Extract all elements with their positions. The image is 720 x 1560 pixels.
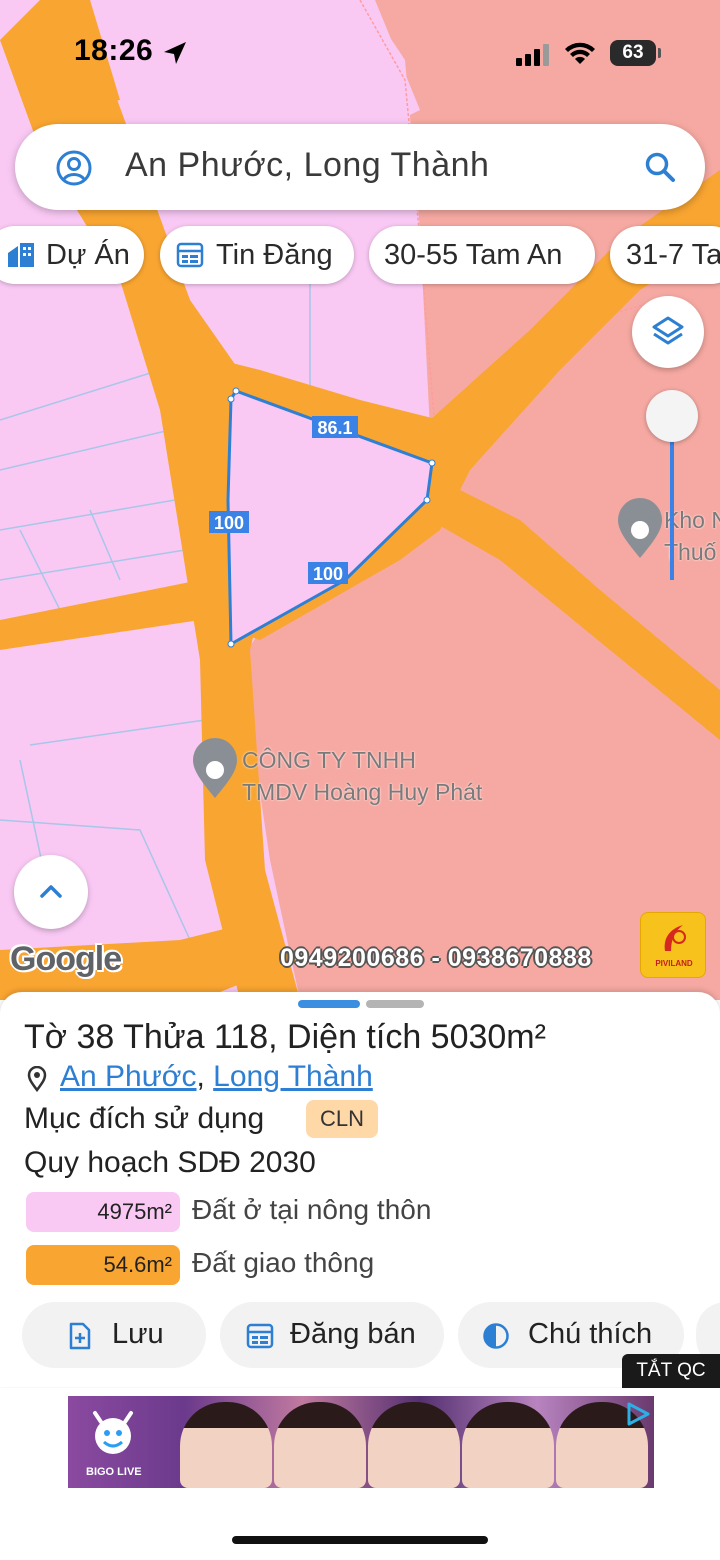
wifi-icon: [565, 42, 595, 64]
chip-projects[interactable]: Dự Án: [0, 226, 144, 284]
listing-icon: [176, 242, 204, 268]
location-separator: ,: [196, 1060, 205, 1093]
sheet-handle-inactive[interactable]: [366, 1000, 424, 1008]
expand-up-button[interactable]: [14, 855, 88, 929]
ad-photo-3: [368, 1402, 460, 1488]
filter-chips: Dự Án Tin Đăng 30-55 Tam An 31-7 Ta: [0, 226, 720, 284]
search-bar[interactable]: An Phước, Long Thành: [15, 124, 705, 210]
poi-label-company-line1: CÔNG TY TNHH: [242, 747, 416, 773]
edge-label-bottom-text: 100: [313, 564, 343, 584]
edge-label-top-text: 86.1: [317, 418, 352, 438]
zone-area-traffic: 54.6m²: [26, 1245, 180, 1285]
edge-label-top: 86.1: [312, 416, 358, 438]
zone-row-traffic: 54.6m² Đất giao thông: [26, 1245, 626, 1285]
opacity-slider-knob[interactable]: [646, 390, 698, 442]
edge-label-bottom: 100: [308, 562, 348, 584]
chip-listings-label: Tin Đăng: [216, 239, 333, 271]
post-for-sale-label: Đăng bán: [290, 1318, 416, 1350]
ad-photo-2: [274, 1402, 366, 1488]
bigo-live-text: BIGO LIVE: [86, 1466, 142, 1478]
phone-watermark: 0949200686 - 0938670888: [280, 944, 592, 972]
ad-choices-icon[interactable]: [624, 1400, 652, 1428]
land-use-purpose-label: Mục đích sử dụng: [24, 1102, 265, 1135]
parcel-info-sheet[interactable]: Tờ 38 Thửa 118, Diện tích 5030m² An Phướ…: [0, 992, 720, 1387]
brand-badge[interactable]: PIVILAND: [640, 912, 706, 978]
chip-tam-an-2-label: 31-7 Ta: [626, 239, 720, 271]
ad-photo-4: [462, 1402, 554, 1488]
poi-label-company-line2: TMDV Hoàng Huy Phát: [242, 779, 483, 805]
home-indicator: [232, 1536, 488, 1544]
chip-listings[interactable]: Tin Đăng: [160, 226, 354, 284]
opacity-slider-track[interactable]: [670, 420, 674, 580]
poi-label-company[interactable]: CÔNG TY TNHH TMDV Hoàng Huy Phát: [242, 744, 482, 808]
listing-icon: [246, 1323, 274, 1349]
zone-row-residential: 4975m² Đất ở tại nông thôn: [26, 1192, 626, 1232]
chip-tam-an-1[interactable]: 30-55 Tam An: [369, 226, 595, 284]
commune-link[interactable]: An Phước: [60, 1060, 196, 1093]
close-ad-button[interactable]: TẮT QC: [622, 1354, 720, 1388]
brand-logo-icon: [664, 925, 686, 951]
chevron-up-icon: [40, 885, 62, 898]
ad-photo-1: [180, 1402, 272, 1488]
battery-indicator: 63: [610, 40, 661, 66]
google-logo: Google: [10, 940, 122, 978]
search-input[interactable]: An Phước, Long Thành: [125, 146, 489, 185]
ad-area: BIGO LIVE: [0, 1388, 720, 1560]
save-button[interactable]: Lưu: [22, 1302, 206, 1368]
parcel-title: Tờ 38 Thửa 118, Diện tích 5030m²: [24, 1018, 546, 1056]
building-icon: [8, 243, 34, 267]
status-time: 18:26: [74, 34, 154, 67]
layers-button[interactable]: [632, 296, 704, 368]
chip-projects-label: Dự Án: [46, 239, 130, 271]
chip-tam-an-2[interactable]: 31-7 Ta: [610, 226, 720, 284]
location-arrow-icon: [164, 42, 186, 64]
zone-area-residential: 4975m²: [26, 1192, 180, 1232]
legend-button-label: Chú thích: [528, 1318, 653, 1350]
chip-tam-an-1-label: 30-55 Tam An: [384, 239, 563, 271]
account-icon[interactable]: [55, 149, 93, 187]
brand-badge-text: PIVILAND: [655, 959, 693, 968]
district-link[interactable]: Long Thành: [213, 1060, 373, 1093]
signal-icon: [516, 44, 549, 66]
planning-label: Quy hoạch SDĐ 2030: [24, 1146, 316, 1179]
search-icon[interactable]: [643, 150, 677, 184]
ad-banner[interactable]: BIGO LIVE: [68, 1396, 654, 1488]
zone-label-traffic: Đất giao thông: [192, 1247, 375, 1278]
location-pin-icon: [27, 1066, 47, 1092]
zone-label-residential: Đất ở tại nông thôn: [192, 1194, 432, 1225]
edge-label-left-text: 100: [214, 513, 244, 533]
add-file-icon: [69, 1322, 91, 1350]
post-for-sale-button[interactable]: Đăng bán: [220, 1302, 444, 1368]
layers-icon: [652, 316, 684, 345]
edge-label-left: 100: [209, 511, 249, 533]
land-use-code-badge: CLN: [306, 1100, 379, 1138]
status-bar: 18:26 63: [0, 0, 720, 110]
contrast-icon: [483, 1323, 509, 1349]
save-button-label: Lưu: [112, 1318, 164, 1350]
sheet-handle-active[interactable]: [298, 1000, 360, 1008]
